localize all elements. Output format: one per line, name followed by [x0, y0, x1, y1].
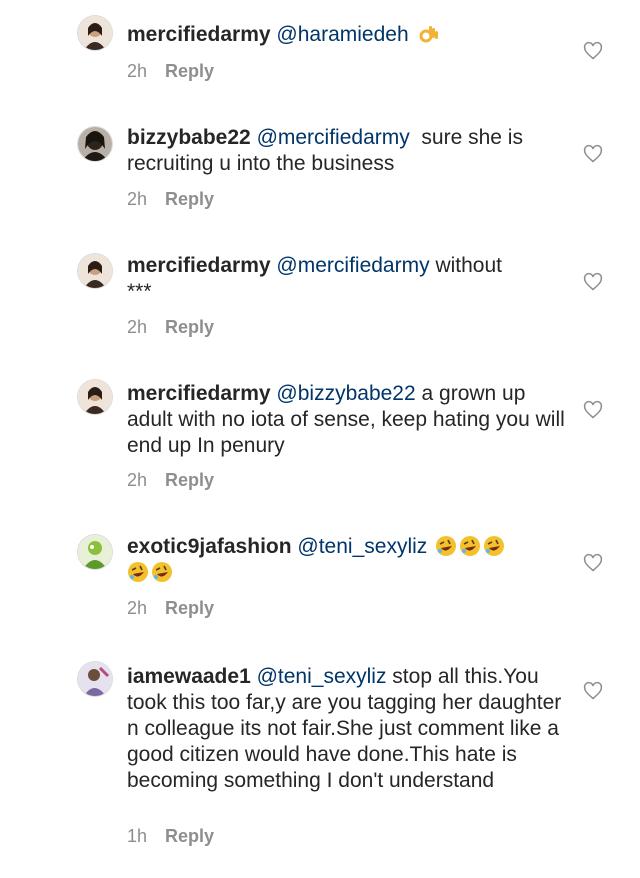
rofl-emoji: [483, 535, 505, 557]
reply-button[interactable]: Reply: [165, 469, 214, 491]
username-link[interactable]: iamewaade1: [127, 665, 251, 688]
rofl-emoji: [435, 535, 457, 557]
mention-link[interactable]: @mercifiedarmy: [276, 254, 429, 277]
username-link[interactable]: mercifiedarmy: [127, 23, 271, 46]
timestamp: 2h: [127, 598, 148, 618]
rofl-emoji: [151, 561, 173, 583]
mention-link[interactable]: @mercifiedarmy: [257, 126, 410, 149]
mention-link[interactable]: @haramiedeh: [276, 23, 408, 46]
mention-link[interactable]: @teni_sexyliz: [257, 665, 387, 688]
avatar[interactable]: [78, 535, 112, 569]
comment-text: bizzybabe22 @mercifiedarmy sure she is r…: [127, 125, 567, 177]
avatar[interactable]: [78, 127, 112, 161]
comment-meta: 2h Reply: [127, 597, 214, 619]
avatar[interactable]: [78, 254, 112, 288]
comment-meta: 2h Reply: [127, 469, 214, 491]
comment-meta: 2h Reply: [127, 60, 214, 82]
comment-text: exotic9jafashion @teni_sexyliz: [127, 534, 567, 586]
username-link[interactable]: exotic9jafashion: [127, 535, 292, 558]
avatar[interactable]: [78, 662, 112, 696]
username-link[interactable]: bizzybabe22: [127, 126, 251, 149]
reply-button[interactable]: Reply: [165, 825, 214, 847]
reply-button[interactable]: Reply: [165, 60, 214, 82]
username-link[interactable]: mercifiedarmy: [127, 382, 271, 405]
comment-text: mercifiedarmy @bizzybabe22 a grown up ad…: [127, 381, 567, 459]
username-link[interactable]: mercifiedarmy: [127, 254, 271, 277]
comment-text: mercifiedarmy @mercifiedarmy without ***: [127, 253, 567, 305]
like-heart-icon[interactable]: [583, 144, 603, 164]
timestamp: 1h: [127, 826, 148, 846]
timestamp: 2h: [127, 317, 148, 337]
reply-button[interactable]: Reply: [165, 188, 214, 210]
like-heart-icon[interactable]: [583, 553, 603, 573]
timestamp: 2h: [127, 470, 148, 490]
mention-link[interactable]: @bizzybabe22: [276, 382, 415, 405]
avatar[interactable]: [78, 16, 112, 50]
mention-link[interactable]: @teni_sexyliz: [297, 535, 427, 558]
comment-meta: 2h Reply: [127, 316, 214, 338]
ok-hand-emoji: [417, 23, 439, 45]
like-heart-icon[interactable]: [583, 681, 603, 701]
comment-meta: 2h Reply: [127, 188, 214, 210]
like-heart-icon[interactable]: [583, 400, 603, 420]
comment-text: mercifiedarmy @haramiedeh: [127, 22, 567, 48]
reply-button[interactable]: Reply: [165, 597, 214, 619]
rofl-emoji: [127, 561, 149, 583]
timestamp: 2h: [127, 61, 148, 81]
comment-text: iamewaade1 @teni_sexyliz stop all this.Y…: [127, 664, 567, 794]
like-heart-icon[interactable]: [583, 41, 603, 61]
comment-meta: 1h Reply: [127, 825, 214, 847]
like-heart-icon[interactable]: [583, 272, 603, 292]
avatar[interactable]: [78, 380, 112, 414]
reply-button[interactable]: Reply: [165, 316, 214, 338]
rofl-emoji: [459, 535, 481, 557]
timestamp: 2h: [127, 189, 148, 209]
